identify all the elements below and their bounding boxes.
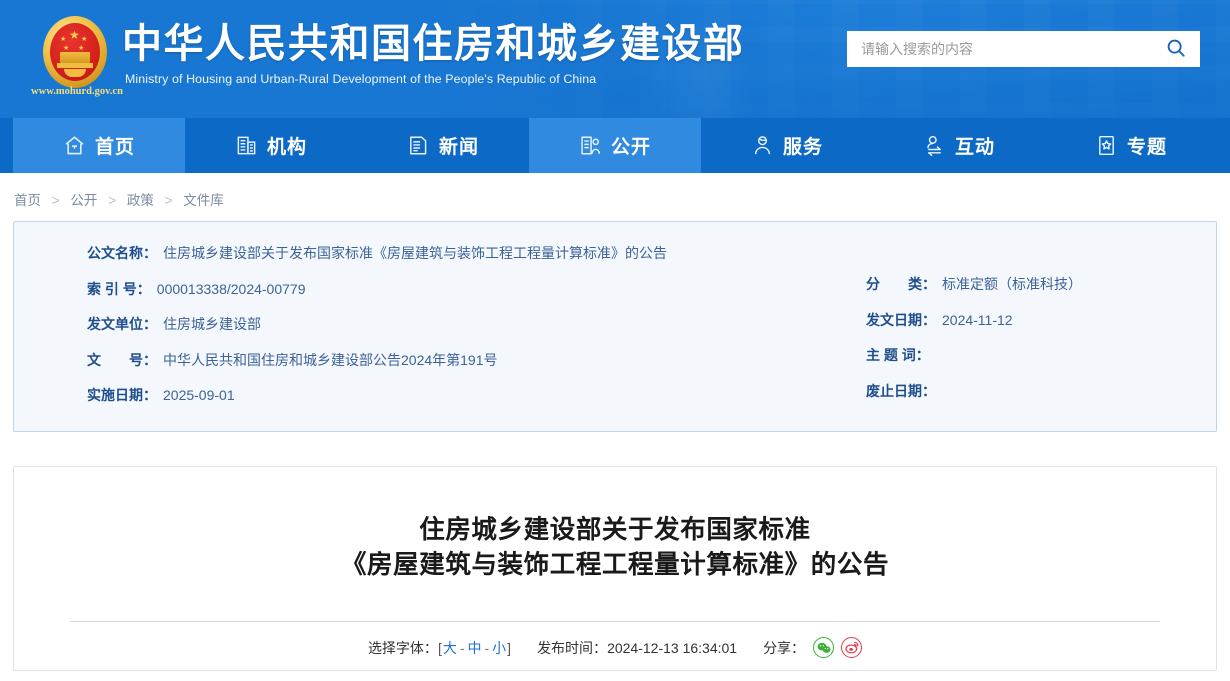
metadata-value: 中华人民共和国住房和城乡建设部公告2024年第191号 bbox=[163, 350, 498, 371]
star-topic-icon bbox=[1095, 134, 1118, 157]
breadcrumb-item-home[interactable]: 首页 bbox=[14, 193, 41, 208]
person-service-icon bbox=[751, 134, 774, 157]
search-icon bbox=[1165, 37, 1187, 62]
article-title-line-1: 住房城乡建设部关于发布国家标准 bbox=[419, 515, 811, 545]
metadata-label: 索 引 号： bbox=[87, 279, 151, 300]
metadata-label: 文 号： bbox=[87, 350, 157, 371]
emblem-cog bbox=[64, 69, 86, 77]
site-title-chinese: 中华人民共和国住房和城乡建设部 bbox=[122, 21, 745, 67]
weibo-share-icon[interactable] bbox=[841, 637, 862, 658]
font-size-dash: - bbox=[460, 640, 465, 656]
metadata-label: 分 类： bbox=[866, 274, 936, 295]
nav-label: 首页 bbox=[95, 132, 135, 159]
home-icon bbox=[63, 134, 86, 157]
metadata-left-column: 公文名称： 住房城乡建设部关于发布国家标准《房屋建筑与装饰工程工程量计算标准》的… bbox=[87, 243, 877, 421]
breadcrumb-item-policy[interactable]: 政策 bbox=[127, 193, 154, 208]
breadcrumb-item-open[interactable]: 公开 bbox=[70, 193, 97, 208]
search-button[interactable] bbox=[1152, 31, 1200, 67]
emblem-small-star: ★ bbox=[78, 45, 84, 52]
metadata-row-subject-words: 主 题 词： bbox=[866, 345, 1206, 366]
nav-label: 专题 bbox=[1127, 132, 1167, 159]
nav-label: 新闻 bbox=[439, 132, 479, 159]
share-label: 分享： bbox=[763, 638, 805, 658]
breadcrumb-item-file-library[interactable]: 文件库 bbox=[183, 193, 224, 208]
metadata-label: 发文单位： bbox=[87, 314, 157, 335]
main-navigation: 首页 机构 新闻 bbox=[0, 118, 1230, 173]
nav-item-service[interactable]: 服务 bbox=[701, 118, 873, 173]
publish-time-block: 发布时间：2024-12-13 16:34:01 bbox=[537, 638, 737, 658]
article-title-line-2: 《房屋建筑与装饰工程工程量计算标准》的公告 bbox=[341, 550, 889, 580]
article-toolbar: 选择字体：[大-中-小] 发布时间：2024-12-13 16:34:01 分享… bbox=[14, 637, 1216, 658]
metadata-right-column: 分 类： 标准定额（标准科技） 发文日期： 2024-11-12 主 题 词： … bbox=[866, 274, 1206, 416]
nav-item-open-government[interactable]: 公开 bbox=[529, 118, 701, 173]
font-size-dash: - bbox=[485, 640, 490, 656]
metadata-value: 住房城乡建设部关于发布国家标准《房屋建筑与装饰工程工程量计算标准》的公告 bbox=[163, 243, 667, 264]
metadata-row-document-number: 文 号： 中华人民共和国住房和城乡建设部公告2024年第191号 bbox=[87, 350, 877, 371]
font-size-label: 选择字体： bbox=[368, 640, 438, 656]
emblem-small-star: ★ bbox=[63, 45, 69, 52]
nav-item-home[interactable]: 首页 bbox=[13, 118, 185, 173]
nav-label: 服务 bbox=[783, 132, 823, 159]
emblem-red-field: ★ ★ ★ ★ ★ bbox=[50, 23, 100, 81]
metadata-row-effective-date: 实施日期： 2025-09-01 bbox=[87, 385, 877, 406]
publish-time-label: 发布时间： bbox=[537, 640, 607, 656]
metadata-value: 住房城乡建设部 bbox=[163, 314, 261, 335]
font-size-selector: 选择字体：[大-中-小] bbox=[368, 638, 511, 658]
emblem-tiananmen-gate bbox=[60, 52, 90, 63]
site-header: ★ ★ ★ ★ ★ www.mohurd.gov.cn 中华人民共和国住房和城乡… bbox=[0, 0, 1230, 118]
emblem-small-star: ★ bbox=[60, 36, 66, 43]
interaction-exchange-icon bbox=[923, 134, 946, 157]
bracket-close: ] bbox=[507, 640, 511, 656]
metadata-value: 2025-09-01 bbox=[163, 385, 235, 406]
nav-label: 互动 bbox=[955, 132, 995, 159]
publish-time-value: 2024-12-13 16:34:01 bbox=[607, 640, 737, 656]
breadcrumb-separator: > bbox=[52, 193, 60, 208]
page-title: 住房城乡建设部关于发布国家标准 《房屋建筑与装饰工程工程量计算标准》的公告 bbox=[94, 513, 1136, 583]
breadcrumb-separator: > bbox=[165, 193, 173, 208]
metadata-row-issuing-unit: 发文单位： 住房城乡建设部 bbox=[87, 314, 877, 335]
metadata-label: 实施日期： bbox=[87, 385, 157, 406]
emblem-gate-base bbox=[57, 63, 93, 68]
metadata-value: 2024-11-12 bbox=[942, 310, 1013, 331]
site-title-english: Ministry of Housing and Urban-Rural Deve… bbox=[125, 72, 596, 86]
metadata-row-document-name: 公文名称： 住房城乡建设部关于发布国家标准《房屋建筑与装饰工程工程量计算标准》的… bbox=[87, 243, 877, 264]
document-metadata-panel: 公文名称： 住房城乡建设部关于发布国家标准《房屋建筑与装饰工程工程量计算标准》的… bbox=[13, 221, 1217, 432]
nav-label: 公开 bbox=[611, 132, 651, 159]
article-panel: 住房城乡建设部关于发布国家标准 《房屋建筑与装饰工程工程量计算标准》的公告 选择… bbox=[13, 466, 1217, 671]
building-icon bbox=[235, 134, 258, 157]
metadata-label: 主 题 词： bbox=[866, 345, 930, 366]
metadata-row-index-number: 索 引 号： 000013338/2024-00779 bbox=[87, 279, 877, 300]
breadcrumb-separator: > bbox=[108, 193, 116, 208]
metadata-value: 000013338/2024-00779 bbox=[157, 279, 306, 300]
emblem-large-star: ★ bbox=[69, 29, 80, 41]
font-size-small[interactable]: 小 bbox=[491, 640, 507, 656]
nav-item-topic[interactable]: 专题 bbox=[1045, 118, 1217, 173]
font-size-medium[interactable]: 中 bbox=[467, 640, 483, 656]
font-size-large[interactable]: 大 bbox=[442, 640, 458, 656]
metadata-row-category: 分 类： 标准定额（标准科技） bbox=[866, 274, 1206, 295]
metadata-label: 公文名称： bbox=[87, 243, 157, 264]
metadata-value: 标准定额（标准科技） bbox=[942, 274, 1082, 295]
nav-item-interaction[interactable]: 互动 bbox=[873, 118, 1045, 173]
title-divider bbox=[70, 621, 1160, 622]
metadata-label: 废止日期： bbox=[866, 381, 936, 402]
metadata-row-repeal-date: 废止日期： bbox=[866, 381, 1206, 402]
metadata-row-issue-date: 发文日期： 2024-11-12 bbox=[866, 310, 1206, 331]
news-document-icon bbox=[407, 134, 430, 157]
national-emblem: ★ ★ ★ ★ ★ www.mohurd.gov.cn bbox=[37, 14, 113, 90]
emblem-small-star: ★ bbox=[81, 36, 87, 43]
site-url-text: www.mohurd.gov.cn bbox=[23, 86, 131, 97]
nav-item-news[interactable]: 新闻 bbox=[357, 118, 529, 173]
wechat-share-icon[interactable] bbox=[813, 637, 834, 658]
nav-item-organization[interactable]: 机构 bbox=[185, 118, 357, 173]
search-input[interactable] bbox=[847, 32, 1152, 66]
metadata-label: 发文日期： bbox=[866, 310, 936, 331]
search-box bbox=[847, 31, 1200, 67]
share-block: 分享： bbox=[763, 637, 862, 658]
open-government-icon bbox=[579, 134, 602, 157]
nav-label: 机构 bbox=[267, 132, 307, 159]
breadcrumb: 首页 > 公开 > 政策 > 文件库 bbox=[0, 173, 1230, 221]
